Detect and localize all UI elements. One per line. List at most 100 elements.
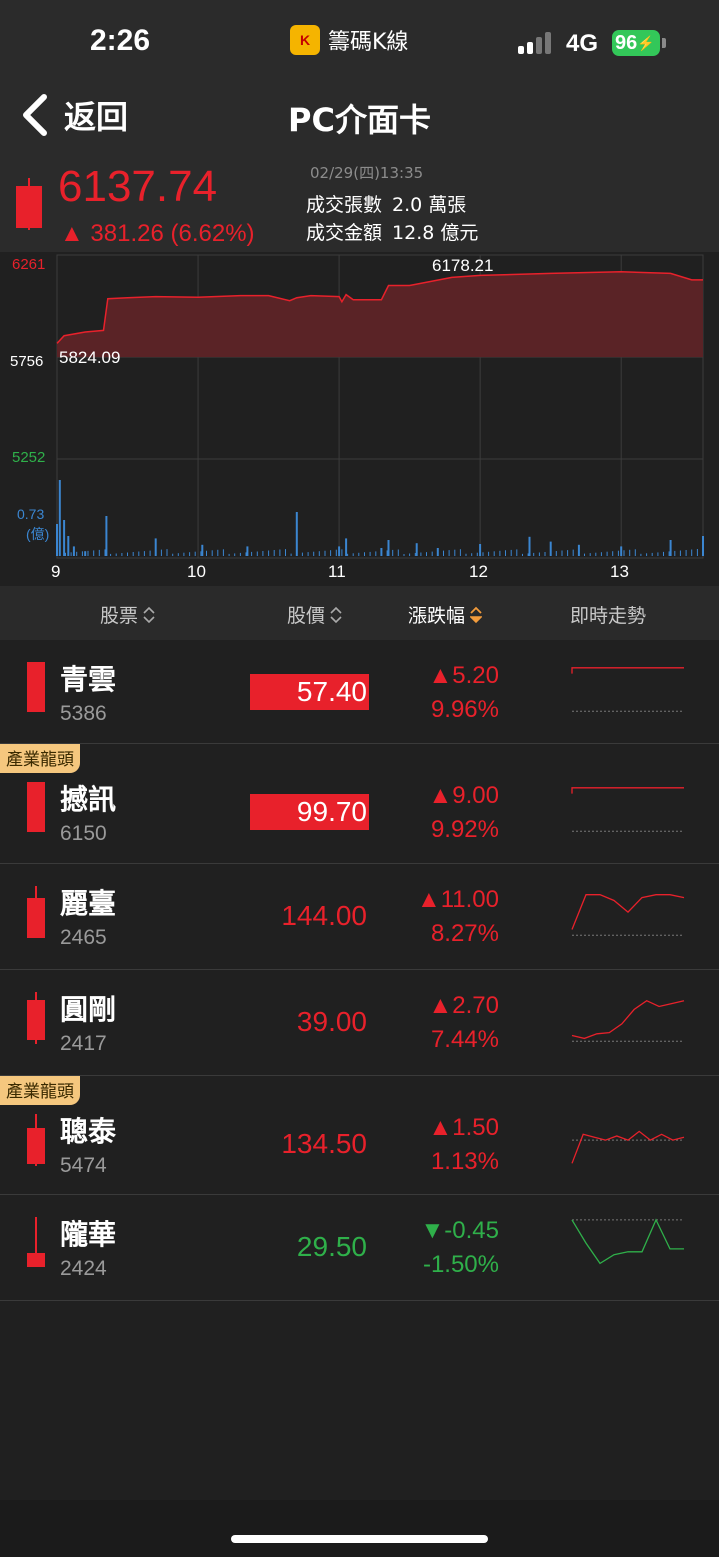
stock-change-pct: 1.13%: [430, 1148, 499, 1175]
stock-price: 99.70: [250, 794, 369, 830]
app-logo-icon: K: [290, 25, 320, 55]
candle-icon: [27, 1114, 45, 1166]
battery-level: 96: [615, 31, 638, 54]
volume-tick: 0.73: [17, 506, 45, 522]
index-candle-icon: [16, 178, 42, 230]
stock-change-pct: 9.96%: [430, 696, 499, 723]
amount-row: 成交金額 12.8 億元: [306, 218, 478, 245]
volume-label: 成交張數: [306, 194, 383, 216]
table-header: 股票 股價 漲跌幅 即時走勢: [0, 586, 719, 640]
stock-name: 聰泰: [60, 1115, 117, 1148]
sort-icon: [143, 606, 155, 623]
trend-sparkline: [571, 1130, 685, 1164]
stock-row[interactable]: 產業龍頭聰泰 5474 134.50 ▲1.50 1.13%: [0, 1076, 719, 1195]
stock-row[interactable]: 青雲 5386 57.40 ▲5.20 9.96%: [0, 640, 719, 744]
sparkline-line: [571, 667, 684, 674]
stock-change: ▲1.50: [428, 1114, 499, 1141]
stock-price: 39.00: [296, 1006, 367, 1037]
stock-change: ▲2.70: [428, 992, 499, 1019]
stock-code: 6150: [60, 822, 107, 845]
y-tick-ref: 5756: [10, 353, 44, 370]
header-stock: 股票: [100, 605, 139, 627]
intraday-chart-svg: [56, 254, 704, 559]
stock-price: 57.40: [250, 674, 369, 710]
stock-name: 撼訊: [60, 783, 117, 816]
x-tick-10: 10: [187, 562, 206, 581]
stock-change: ▲11.00: [416, 886, 499, 913]
stock-code: 2424: [60, 1257, 107, 1280]
sort-by-price[interactable]: 股價: [287, 601, 342, 628]
stock-code: 5386: [60, 702, 107, 725]
stock-row[interactable]: 圓剛 2417 39.00 ▲2.70 7.44%: [0, 970, 719, 1076]
header-price: 股價: [287, 605, 326, 627]
stock-price: 134.50: [281, 1128, 367, 1159]
stock-change-pct: 9.92%: [430, 816, 499, 843]
sparkline-line: [571, 1130, 685, 1164]
index-change: ▲ 381.26 (6.62%): [60, 220, 255, 247]
trend-sparkline: [571, 667, 684, 712]
home-indicator[interactable]: [231, 1535, 488, 1543]
stock-code: 2417: [60, 1032, 107, 1055]
battery-icon: 96 ⚡: [612, 30, 660, 56]
sort-icon: [330, 606, 342, 623]
stock-code: 2465: [60, 926, 107, 949]
network-label: 4G: [566, 30, 599, 57]
industry-leader-badge: 產業龍頭: [0, 1076, 80, 1105]
sparkline-line: [571, 894, 685, 930]
stock-row[interactable]: 產業龍頭撼訊 6150 99.70 ▲9.00 9.92%: [0, 744, 719, 864]
stock-change-pct: 7.44%: [430, 1026, 499, 1053]
price-area: [57, 271, 703, 358]
stock-change: ▲5.20: [428, 662, 499, 689]
candle-icon: [27, 992, 45, 1044]
battery-tip-icon: [662, 38, 666, 48]
stock-price: 144.00: [281, 900, 367, 931]
volume-row: 成交張數 2.0 萬張: [306, 190, 466, 217]
y-tick-high: 6261: [12, 256, 46, 273]
sort-by-change[interactable]: 漲跌幅: [408, 601, 483, 628]
amount-value: 12.8 億元: [392, 222, 479, 244]
trend-sparkline: [571, 787, 684, 832]
candle-icon: [27, 1217, 45, 1269]
y-tick-low: 5252: [12, 449, 46, 466]
x-tick-13: 13: [610, 562, 629, 581]
volume-value: 2.0 萬張: [392, 194, 467, 216]
sparkline-line: [571, 999, 685, 1040]
stock-name: 麗臺: [60, 887, 117, 920]
stock-row[interactable]: 麗臺 2465 144.00 ▲11.00 8.27%: [0, 864, 719, 970]
stock-code: 5474: [60, 1154, 107, 1177]
stock-change-pct: -1.50%: [422, 1251, 499, 1278]
intraday-chart[interactable]: 6261 5756 5252 6178.21 5824.09 0.73 (億) …: [0, 252, 719, 586]
stock-change: ▼-0.45: [420, 1217, 499, 1244]
candle-icon: [27, 662, 45, 714]
candle-icon: [27, 782, 45, 834]
stock-name: 隴華: [60, 1218, 117, 1251]
candle-icon: [27, 886, 45, 938]
high-label: 6178.21: [432, 256, 494, 275]
trend-sparkline: [571, 999, 685, 1042]
stock-change: ▲9.00: [428, 782, 499, 809]
industry-leader-badge: 產業龍頭: [0, 744, 80, 773]
bottom-bar: [0, 1500, 719, 1557]
status-time: 2:26: [90, 24, 151, 57]
header-trend: 即時走勢: [570, 605, 647, 627]
signal-icon: [518, 32, 554, 54]
trend-sparkline: [571, 894, 685, 936]
amount-label: 成交金額: [306, 222, 383, 244]
page-title: PC介面卡: [288, 101, 431, 139]
sparkline-line: [571, 787, 684, 794]
status-app: K 籌碼K線: [290, 24, 408, 56]
stock-price: 29.50: [296, 1231, 367, 1262]
index-price: 6137.74: [58, 162, 218, 211]
x-tick-9: 9: [51, 562, 61, 581]
header-change: 漲跌幅: [408, 605, 466, 627]
volume-unit: (億): [26, 526, 50, 542]
header-trend-col: 即時走勢: [570, 601, 646, 628]
app-name: 籌碼K線: [328, 30, 409, 55]
stock-name: 圓剛: [60, 993, 117, 1026]
stock-change-pct: 8.27%: [430, 920, 499, 947]
trend-sparkline: [571, 1218, 684, 1265]
index-datetime: 02/29(四)13:35: [310, 164, 424, 182]
stock-name: 青雲: [60, 663, 117, 696]
stock-row[interactable]: 隴華 2424 29.50 ▼-0.45 -1.50%: [0, 1195, 719, 1301]
sort-by-stock[interactable]: 股票: [100, 601, 155, 628]
